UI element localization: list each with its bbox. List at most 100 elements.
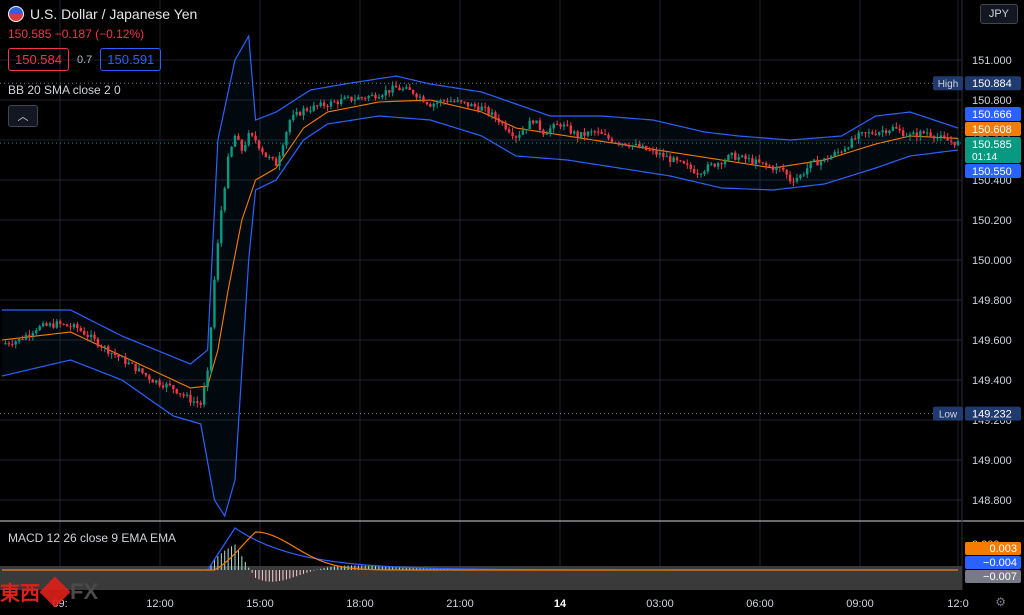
time-tick-label: 15:00 xyxy=(246,598,274,610)
candle-body xyxy=(11,344,14,346)
candle-body xyxy=(597,131,600,133)
candle-body xyxy=(24,334,28,340)
candle-body xyxy=(178,393,182,395)
candle-body xyxy=(754,159,758,165)
candle-body xyxy=(641,145,644,148)
candle-body xyxy=(806,168,809,175)
candle-body xyxy=(723,160,727,165)
candle-body xyxy=(240,139,244,151)
candle-body xyxy=(799,175,802,179)
bb-indicator-label[interactable]: BB 20 SMA close 2 0 xyxy=(8,83,121,97)
candle-body xyxy=(713,163,716,167)
candle-body xyxy=(809,160,812,169)
candle-body xyxy=(477,106,480,111)
band-fill xyxy=(2,36,958,516)
bid-ask: 150.584 0.7 150.591 xyxy=(8,48,162,71)
candle-body xyxy=(161,385,165,388)
candle-body xyxy=(792,181,795,183)
candle-body xyxy=(504,122,507,130)
candle-body xyxy=(394,85,398,88)
candle-body xyxy=(802,174,806,176)
gear-icon[interactable]: ⚙ xyxy=(995,595,1006,609)
candle-body xyxy=(761,162,764,164)
candle-body xyxy=(549,128,552,134)
candle-body xyxy=(340,99,343,105)
candle-body xyxy=(62,323,65,325)
candle-body xyxy=(285,132,288,146)
candle-body xyxy=(501,122,504,124)
candle-body xyxy=(682,161,686,164)
candle-body xyxy=(538,120,542,130)
price-tick-label: 150.000 xyxy=(972,255,1012,267)
candle-body xyxy=(655,150,658,155)
candle-body xyxy=(727,154,730,161)
candle-body xyxy=(196,401,199,403)
candle-body xyxy=(367,96,370,99)
candle-body xyxy=(312,105,316,111)
bid-button[interactable]: 150.584 xyxy=(8,48,69,71)
candle-body xyxy=(137,368,141,372)
candle-body xyxy=(223,188,226,211)
candle-body xyxy=(120,356,124,358)
candle-body xyxy=(665,156,668,158)
candle-body xyxy=(435,102,439,104)
candle-body xyxy=(14,341,17,345)
us-flag-icon xyxy=(8,6,24,22)
candle-body xyxy=(391,85,394,93)
candle-body xyxy=(936,136,939,139)
candle-body xyxy=(202,386,206,405)
candle-body xyxy=(816,159,819,166)
time-tick-label: 03:00 xyxy=(646,598,674,610)
candle-body xyxy=(281,145,285,156)
collapse-button[interactable]: ︿ xyxy=(8,105,38,127)
marker-label: High xyxy=(938,79,959,90)
candle-body xyxy=(456,100,459,102)
candle-body xyxy=(59,321,62,324)
candle-body xyxy=(525,128,528,131)
price-tick-label: 151.000 xyxy=(972,55,1012,67)
candle-body xyxy=(854,138,857,140)
candle-body xyxy=(898,128,901,131)
candle-body xyxy=(627,145,631,147)
symbol-header: U.S. Dollar / Japanese Yen xyxy=(8,6,197,22)
candle-body xyxy=(483,106,487,108)
candle-body xyxy=(83,330,86,335)
candle-body xyxy=(696,173,699,175)
ask-button[interactable]: 150.591 xyxy=(100,48,162,71)
candle-body xyxy=(329,101,333,107)
candle-body xyxy=(302,108,305,116)
candle-body xyxy=(778,166,782,168)
price-tag-value: 150.550 xyxy=(972,166,1012,178)
candle-body xyxy=(699,173,703,175)
candle-body xyxy=(634,144,638,146)
candle-body xyxy=(946,137,949,141)
candle-body xyxy=(322,102,326,107)
candle-body xyxy=(165,383,168,388)
candle-body xyxy=(333,101,336,103)
candle-body xyxy=(888,130,891,134)
macd-indicator-label[interactable]: MACD 12 26 close 9 EMA EMA xyxy=(8,531,176,545)
candle-body xyxy=(69,326,72,328)
currency-button[interactable]: JPY xyxy=(979,4,1018,24)
candle-body xyxy=(446,101,449,103)
candle-body xyxy=(425,102,429,105)
candle-body xyxy=(357,97,360,100)
candle-body xyxy=(648,150,651,152)
candle-body xyxy=(679,160,682,162)
candle-body xyxy=(175,388,178,394)
candle-body xyxy=(576,131,579,138)
candle-body xyxy=(103,346,106,348)
time-tick-label: 21:00 xyxy=(446,598,474,610)
marker-value: 150.884 xyxy=(972,78,1012,90)
candle-body xyxy=(79,328,83,331)
candle-body xyxy=(939,135,943,137)
candle-body xyxy=(919,131,922,138)
candle-body xyxy=(507,129,511,133)
candle-body xyxy=(740,155,744,158)
candle-body xyxy=(326,106,329,108)
price-chart[interactable]: 151.000150.800150.600150.400150.200150.0… xyxy=(0,0,1024,615)
candle-body xyxy=(76,324,79,329)
candle-body xyxy=(915,132,919,138)
candle-body xyxy=(826,158,829,160)
candle-body xyxy=(151,379,154,383)
